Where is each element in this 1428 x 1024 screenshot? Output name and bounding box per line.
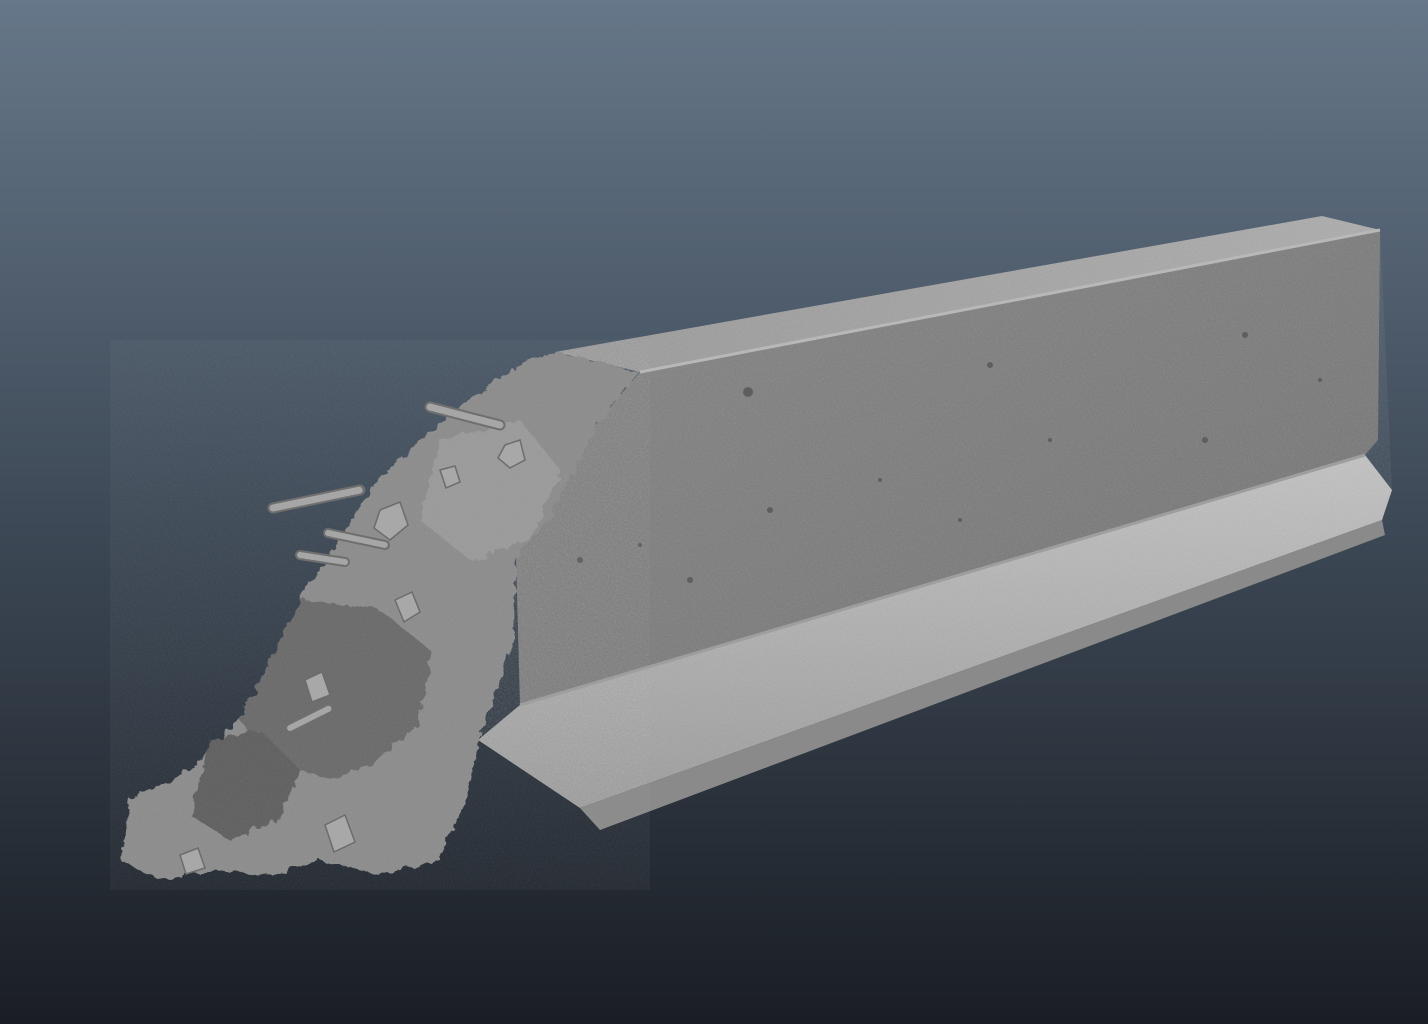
viewport-scene[interactable] (0, 0, 1428, 1024)
broken-concrete-texture (110, 340, 650, 890)
3d-viewport[interactable] (0, 0, 1428, 1024)
